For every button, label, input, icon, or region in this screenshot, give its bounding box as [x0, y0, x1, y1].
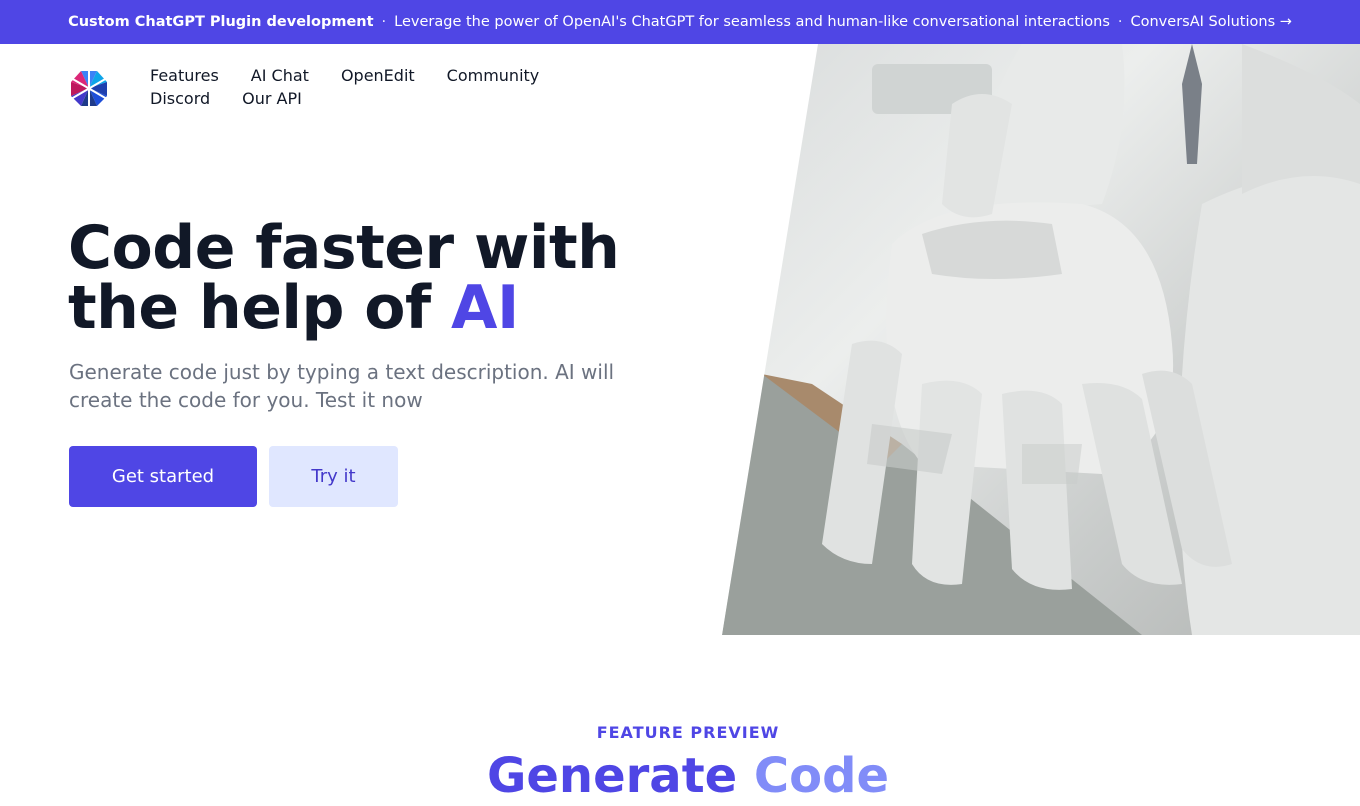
- feature-eyebrow: FEATURE PREVIEW: [596, 723, 780, 742]
- announcement-banner: Custom ChatGPT Plugin development · Leve…: [0, 0, 1360, 44]
- hero-headline: Code faster with the help of AI: [68, 218, 708, 338]
- logo-icon[interactable]: [69, 68, 109, 108]
- robot-hand-photo: [722, 44, 1360, 635]
- hero-headline-text: Code faster with the help of: [68, 213, 620, 343]
- banner-separator: ·: [381, 14, 387, 30]
- feature-section-title: Generate Code: [0, 746, 1360, 806]
- nav-link-community[interactable]: Community: [447, 66, 540, 85]
- main-nav: Features AI Chat OpenEdit Community Disc…: [150, 64, 580, 110]
- nav-link-discord[interactable]: Discord: [150, 89, 210, 108]
- hero-headline-accent: AI: [451, 273, 519, 343]
- nav-row-2: Discord Our API: [150, 87, 580, 110]
- try-it-button[interactable]: Try it: [269, 446, 398, 507]
- nav-link-ai-chat[interactable]: AI Chat: [251, 66, 309, 85]
- feature-title-part2: Code: [753, 748, 890, 804]
- nav-row-1: Features AI Chat OpenEdit Community: [150, 64, 580, 87]
- nav-link-features[interactable]: Features: [150, 66, 219, 85]
- get-started-button[interactable]: Get started: [69, 446, 257, 507]
- banner-separator-2: ·: [1117, 14, 1123, 30]
- hero-subtext: Generate code just by typing a text desc…: [69, 360, 615, 412]
- banner-title: Custom ChatGPT Plugin development: [68, 14, 374, 30]
- nav-link-openedit[interactable]: OpenEdit: [341, 66, 415, 85]
- nav-link-our-api[interactable]: Our API: [242, 89, 302, 108]
- banner-link[interactable]: ConversAI Solutions →: [1131, 14, 1292, 30]
- feature-title-part1: Generate: [486, 748, 738, 804]
- banner-message: Leverage the power of OpenAI's ChatGPT f…: [394, 14, 1110, 30]
